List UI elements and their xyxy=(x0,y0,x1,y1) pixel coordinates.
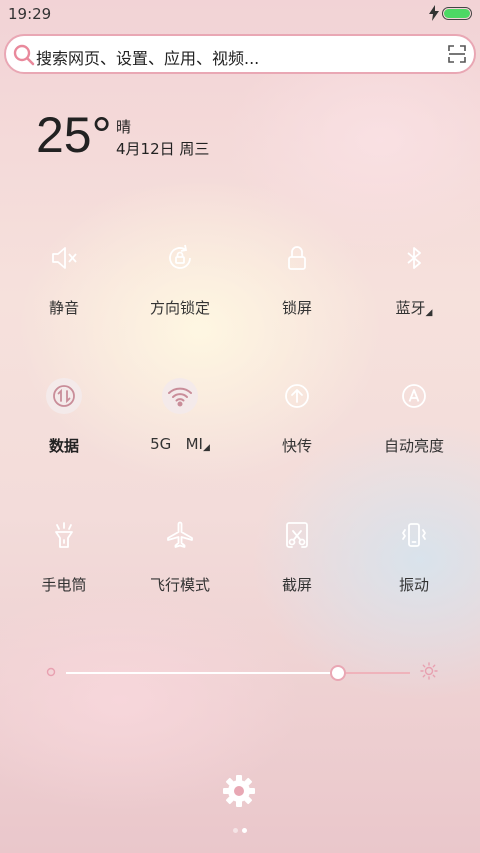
lock-icon xyxy=(279,240,315,276)
toggle-transfer[interactable]: 快传 xyxy=(239,378,355,478)
toggle-label: 自动亮度 xyxy=(383,437,444,455)
search-bar[interactable]: 搜索网页、设置、应用、视频... xyxy=(4,34,476,74)
status-time: 19:29 xyxy=(8,5,52,23)
charging-icon xyxy=(429,5,439,21)
more-indicator-icon: ◢ xyxy=(425,308,433,318)
toggle-lock-screen[interactable]: 锁屏 xyxy=(239,240,355,340)
toggle-label: 飞行模式 xyxy=(149,576,210,594)
temperature: 25° xyxy=(36,107,112,163)
screenshot-icon xyxy=(279,517,315,553)
toggle-label: 5G MI◢ xyxy=(122,435,238,453)
toggle-label: 数据 xyxy=(48,437,79,455)
rotation-lock-icon xyxy=(162,240,198,276)
battery-level xyxy=(444,9,470,18)
brightness-fill xyxy=(66,672,338,674)
search-input[interactable]: 搜索网页、设置、应用、视频... xyxy=(36,45,259,69)
airplane-icon xyxy=(162,517,198,553)
settings-gear-icon[interactable] xyxy=(220,772,258,810)
toggle-label: 振动 xyxy=(398,576,429,594)
status-bar: 19:29 xyxy=(0,0,480,28)
weather-condition: 晴 xyxy=(116,118,132,136)
weather-date: 4月12日 周三 xyxy=(116,140,210,158)
page-dot-active[interactable] xyxy=(242,828,247,833)
brightness-thumb[interactable] xyxy=(329,665,346,681)
toggle-label-text: 5G MI xyxy=(150,435,203,453)
brightness-slider[interactable] xyxy=(40,660,440,682)
toggle-mute[interactable]: 静音 xyxy=(6,240,122,340)
toggle-screenshot[interactable]: 截屏 xyxy=(239,517,355,617)
wifi-icon xyxy=(162,378,198,414)
toggle-label-text: 蓝牙 xyxy=(395,299,426,317)
toggle-auto-brightness[interactable]: 自动亮度 xyxy=(356,378,472,478)
bluetooth-icon xyxy=(396,240,432,276)
battery-icon xyxy=(442,7,472,20)
toggle-label: 手电筒 xyxy=(41,576,87,594)
mobile-data-icon xyxy=(46,378,82,414)
search-icon xyxy=(13,44,35,66)
toggle-label: 方向锁定 xyxy=(149,299,210,317)
brightness-high-icon xyxy=(420,662,438,680)
toggle-mobile-data[interactable]: 数据 xyxy=(6,378,122,478)
more-indicator-icon: ◢ xyxy=(202,443,210,453)
toggle-label: 快传 xyxy=(281,437,312,455)
toggle-label: 蓝牙◢ xyxy=(356,297,472,318)
brightness-low-icon xyxy=(46,667,56,677)
toggle-vibrate[interactable]: 振动 xyxy=(356,517,472,617)
transfer-icon xyxy=(279,378,315,414)
toggle-wifi[interactable]: 5G MI◢ xyxy=(122,378,238,478)
scan-icon[interactable] xyxy=(448,45,466,63)
mute-icon xyxy=(46,240,82,276)
toggle-label: 截屏 xyxy=(281,576,312,594)
vibrate-icon xyxy=(396,517,432,553)
flashlight-icon xyxy=(46,517,82,553)
toggle-label: 锁屏 xyxy=(281,299,312,317)
toggle-airplane-mode[interactable]: 飞行模式 xyxy=(122,517,238,617)
toggle-bluetooth[interactable]: 蓝牙◢ xyxy=(356,240,472,340)
brightness-track[interactable] xyxy=(66,665,410,681)
toggle-rotation-lock[interactable]: 方向锁定 xyxy=(122,240,238,340)
auto-brightness-icon xyxy=(396,378,432,414)
toggle-flashlight[interactable]: 手电筒 xyxy=(6,517,122,617)
page-dot[interactable] xyxy=(233,828,238,833)
toggle-label: 静音 xyxy=(48,299,79,317)
